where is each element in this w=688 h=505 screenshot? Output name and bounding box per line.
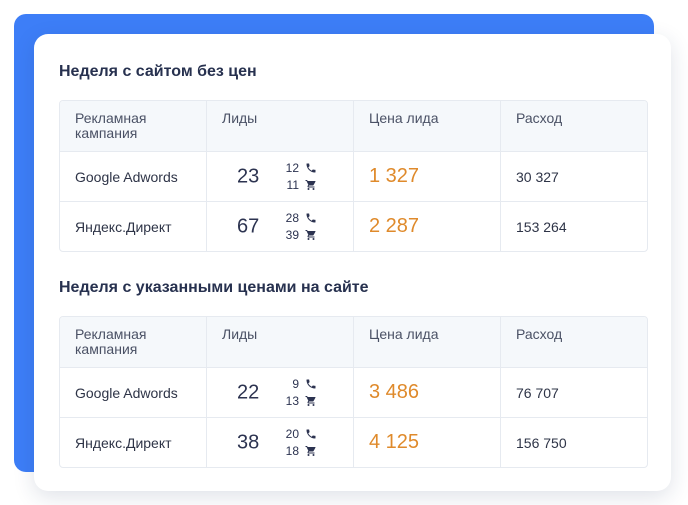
header-spend: Расход <box>500 101 647 151</box>
table-row: Яндекс.Директ 38 20 18 4 125 156 750 <box>60 417 647 467</box>
table-with-prices: Рекламная кампания Лиды Цена лида Расход… <box>59 316 648 468</box>
lead-price: 4 125 <box>369 431 420 453</box>
leads-cell: 67 28 39 <box>206 202 353 251</box>
lead-price: 3 486 <box>369 381 420 403</box>
table-header: Рекламная кампания Лиды Цена лида Расход <box>60 101 647 151</box>
calls-count: 28 <box>285 211 299 225</box>
leads-breakdown: 9 13 <box>277 377 317 409</box>
campaign-name: Google Adwords <box>75 384 178 401</box>
lead-price-cell: 4 125 <box>353 418 500 467</box>
orders-count: 18 <box>285 444 299 458</box>
leads-breakdown: 12 11 <box>277 161 317 193</box>
table-row: Яндекс.Директ 67 28 39 2 287 153 264 <box>60 201 647 251</box>
leads-total: 23 <box>237 165 260 187</box>
leads-total: 67 <box>237 215 260 237</box>
leads-cell: 22 9 13 <box>206 368 353 417</box>
lead-price: 2 287 <box>369 215 420 237</box>
lead-price-cell: 3 486 <box>353 368 500 417</box>
lead-price-cell: 2 287 <box>353 202 500 251</box>
phone-icon <box>306 213 316 223</box>
orders-count: 11 <box>286 178 299 192</box>
cart-icon <box>305 446 316 456</box>
table-row: Google Adwords 22 9 13 3 486 76 707 <box>60 367 647 417</box>
header-spend: Расход <box>500 317 647 367</box>
calls-count: 20 <box>285 427 299 441</box>
orders-line: 39 <box>277 228 317 243</box>
leads-breakdown: 28 39 <box>277 211 317 243</box>
leads-breakdown: 20 18 <box>277 427 317 459</box>
calls-count: 9 <box>292 377 299 391</box>
spend-value: 30 327 <box>516 168 559 185</box>
leads-total: 22 <box>237 381 260 403</box>
spend-cell: 30 327 <box>500 152 647 201</box>
orders-line: 18 <box>277 444 317 459</box>
spend-value: 153 264 <box>516 218 567 235</box>
header-campaign: Рекламная кампания <box>75 110 147 141</box>
lead-price-cell: 1 327 <box>353 152 500 201</box>
leads-total: 38 <box>237 431 260 453</box>
leads-cell: 38 20 18 <box>206 418 353 467</box>
phone-icon <box>306 379 316 389</box>
cart-icon <box>305 396 316 406</box>
spend-cell: 156 750 <box>500 418 647 467</box>
table-header: Рекламная кампания Лиды Цена лида Расход <box>60 317 647 367</box>
calls-line: 28 <box>277 211 317 226</box>
calls-line: 9 <box>277 377 317 392</box>
spend-cell: 153 264 <box>500 202 647 251</box>
orders-line: 11 <box>277 178 317 193</box>
orders-count: 39 <box>285 228 299 242</box>
section-title-with-prices: Неделя с указанными ценами на сайте <box>59 279 369 296</box>
spend-value: 156 750 <box>516 434 567 451</box>
comparison-card: Неделя с сайтом без цен Рекламная кампан… <box>34 34 671 491</box>
cart-icon <box>305 230 316 240</box>
calls-line: 20 <box>277 427 317 442</box>
cart-icon <box>305 180 316 190</box>
phone-icon <box>306 163 316 173</box>
header-campaign: Рекламная кампания <box>75 326 147 357</box>
lead-price: 1 327 <box>369 165 420 187</box>
table-no-prices: Рекламная кампания Лиды Цена лида Расход… <box>59 100 648 252</box>
campaign-name: Яндекс.Директ <box>75 218 172 235</box>
header-leads: Лиды <box>206 101 353 151</box>
header-leads: Лиды <box>206 317 353 367</box>
spend-cell: 76 707 <box>500 368 647 417</box>
stage: Неделя с сайтом без цен Рекламная кампан… <box>0 0 688 505</box>
table-row: Google Adwords 23 12 11 1 327 30 327 <box>60 151 647 201</box>
spend-value: 76 707 <box>516 384 559 401</box>
header-lead-price: Цена лида <box>353 101 500 151</box>
header-lead-price: Цена лида <box>353 317 500 367</box>
campaign-name: Яндекс.Директ <box>75 434 172 451</box>
leads-cell: 23 12 11 <box>206 152 353 201</box>
orders-count: 13 <box>285 394 299 408</box>
phone-icon <box>306 429 316 439</box>
orders-line: 13 <box>277 394 317 409</box>
section-title-no-prices: Неделя с сайтом без цен <box>59 63 257 80</box>
calls-line: 12 <box>277 161 317 176</box>
campaign-name: Google Adwords <box>75 168 178 185</box>
calls-count: 12 <box>285 161 299 175</box>
